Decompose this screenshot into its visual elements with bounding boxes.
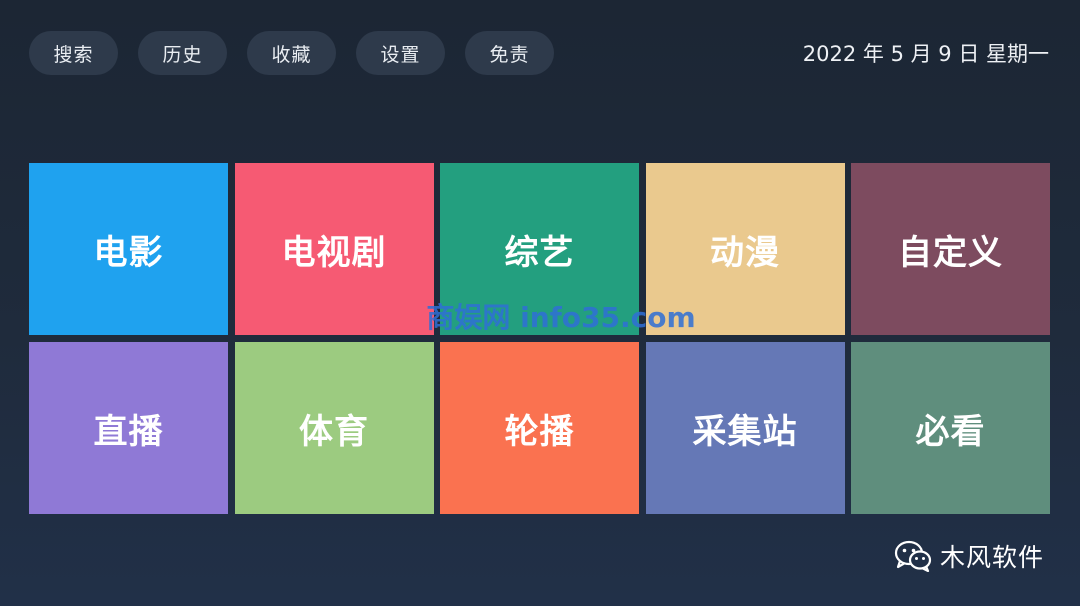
settings-button[interactable]: 设置 [356, 31, 445, 75]
tile-carousel[interactable]: 轮播 [440, 342, 639, 514]
favorites-button[interactable]: 收藏 [247, 31, 336, 75]
tile-movies[interactable]: 电影 [29, 163, 228, 335]
history-button[interactable]: 历史 [138, 31, 227, 75]
category-grid: 电影 电视剧 综艺 动漫 自定义 直播 体育 轮播 采集站 必看 [29, 163, 1050, 514]
tile-collection-site[interactable]: 采集站 [645, 342, 845, 514]
tile-tv-series[interactable]: 电视剧 [234, 163, 434, 335]
disclaimer-button[interactable]: 免责 [465, 31, 554, 75]
brand-badge: 木风软件 [894, 538, 1044, 574]
date-display: 2022 年 5 月 9 日 星期一 [802, 42, 1049, 66]
tile-custom[interactable]: 自定义 [851, 163, 1050, 335]
wechat-icon [894, 540, 932, 572]
tile-anime[interactable]: 动漫 [645, 163, 845, 335]
search-button[interactable]: 搜索 [29, 31, 118, 75]
tile-variety[interactable]: 综艺 [440, 163, 639, 335]
brand-name: 木风软件 [939, 543, 1044, 572]
tile-live[interactable]: 直播 [29, 342, 228, 514]
tile-must-watch[interactable]: 必看 [851, 342, 1050, 514]
tile-sports[interactable]: 体育 [234, 342, 434, 514]
top-nav: 搜索 历史 收藏 设置 免责 [29, 31, 554, 75]
